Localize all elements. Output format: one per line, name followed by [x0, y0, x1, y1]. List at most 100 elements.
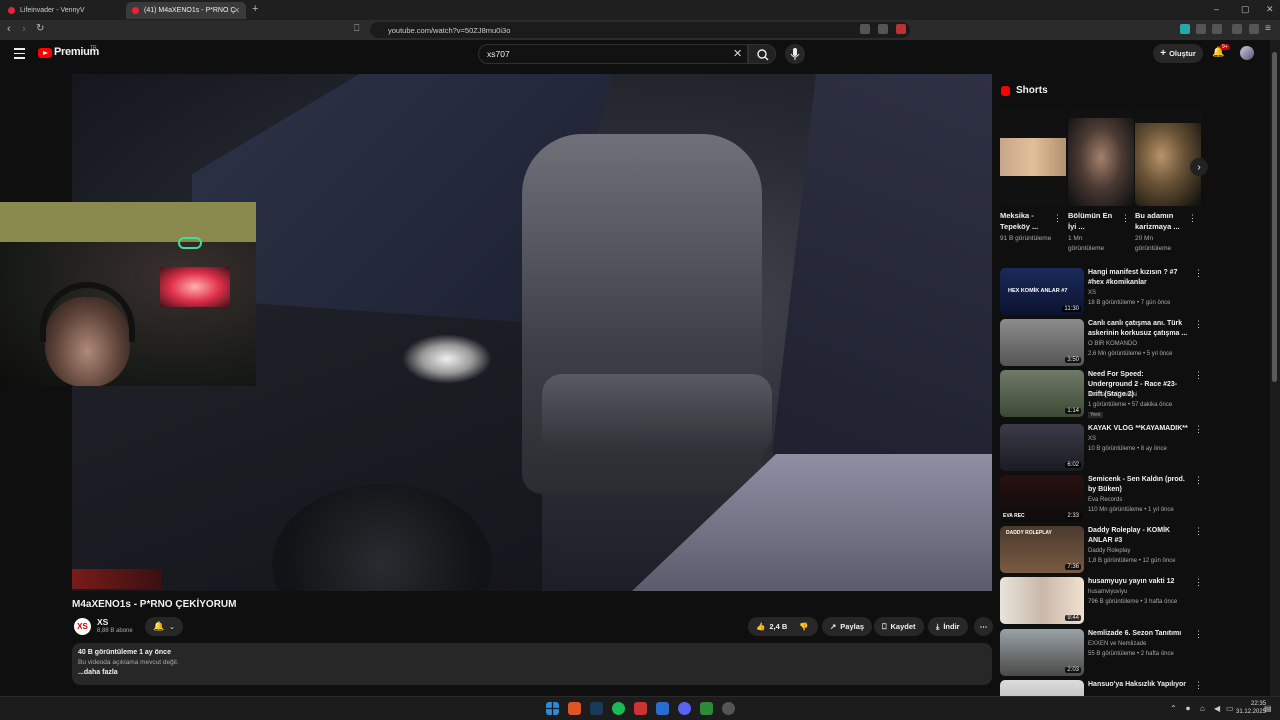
recommendation-channel: Eva Records: [1088, 497, 1123, 503]
share-button[interactable]: ↗ Paylaş: [822, 617, 873, 636]
clear-search-icon[interactable]: ✕: [733, 47, 742, 60]
channel-name[interactable]: XS: [97, 617, 108, 627]
dislike-button[interactable]: 👎: [790, 617, 818, 636]
tray-chevron-icon[interactable]: ⌃: [1170, 704, 1177, 713]
reload-icon[interactable]: ↻: [36, 23, 44, 34]
recommendation-channel: EXXEN ve Nemlizade: [1088, 641, 1147, 647]
app-icon[interactable]: [634, 702, 647, 715]
recommendation-item[interactable]: EVA REC 2:33 Semicenk - Sen Kaldın (prod…: [1000, 475, 1270, 523]
start-menu-icon[interactable]: [546, 702, 559, 715]
share-page-icon[interactable]: [878, 24, 888, 34]
more-vert-icon[interactable]: ⋮: [1194, 424, 1203, 435]
short-thumbnail[interactable]: [1068, 108, 1134, 206]
back-icon[interactable]: ‹: [7, 23, 11, 35]
extension-icon[interactable]: [1232, 24, 1242, 34]
search-value: xs707: [487, 49, 510, 59]
duration-badge: 2:03: [1065, 667, 1081, 673]
recommendation-title: Nemlizade 6. Sezon Tanıtımı: [1088, 630, 1182, 637]
spotify-icon[interactable]: [612, 702, 625, 715]
recommendation-item[interactable]: 6:02 KAYAK VLOG **KAYAMADIK** XS 10 B gö…: [1000, 424, 1270, 472]
recommendation-thumbnail: 9:44: [1000, 577, 1084, 624]
network-icon[interactable]: ⌂: [1200, 704, 1205, 713]
car-body-right-shape: [772, 74, 992, 454]
recommendation-title: KAYAK VLOG **KAYAMADIK**: [1088, 425, 1188, 432]
scrollbar-thumb[interactable]: [1272, 52, 1277, 382]
short-thumbnail[interactable]: [1000, 108, 1066, 206]
system-clock[interactable]: 22:35 31.12.2025: [1236, 700, 1266, 716]
more-vert-icon[interactable]: ⋮: [1194, 526, 1203, 537]
shorts-next-button[interactable]: ›: [1190, 158, 1208, 176]
description-box[interactable]: 40 B görüntüleme 1 ay önce Bu videoda aç…: [72, 643, 992, 685]
recommendation-item[interactable]: 9:44 husamyuyu yayın vakti 12 husamviyuv…: [1000, 577, 1270, 625]
more-vert-icon[interactable]: ⋮: [1194, 370, 1203, 381]
discord-icon[interactable]: [678, 702, 691, 715]
more-vert-icon[interactable]: ⋮: [1053, 213, 1062, 224]
create-button[interactable]: + Oluştur: [1153, 44, 1203, 63]
recommendation-item[interactable]: DADDY ROLEPLAY 7:36 Daddy Roleplay - KOM…: [1000, 526, 1270, 574]
channel-avatar[interactable]: XS: [74, 618, 91, 635]
more-vert-icon[interactable]: ⋮: [1121, 213, 1130, 224]
sidebar-icon[interactable]: [1249, 24, 1259, 34]
short-title[interactable]: Bu adamın karizmaya ...: [1135, 210, 1187, 232]
extension-icon[interactable]: [1196, 24, 1206, 34]
more-actions-button[interactable]: ⋯: [974, 617, 993, 636]
url-field[interactable]: youtube.com/watch?v=50ZJ8mu0i3o: [370, 22, 910, 38]
voice-search-button[interactable]: [785, 44, 805, 64]
short-title[interactable]: Meksika - Tepeköy ...: [1000, 210, 1052, 232]
headphones-shape: [40, 282, 135, 342]
app-icon[interactable]: [656, 702, 669, 715]
account-avatar[interactable]: [1240, 46, 1254, 60]
more-vert-icon[interactable]: ⋮: [1194, 475, 1203, 486]
app-icon[interactable]: [722, 702, 735, 715]
browser-tab-lifeinvader[interactable]: Lifeinvader - VennyV: [2, 2, 122, 19]
bookmark-icon[interactable]: ⎕: [354, 23, 359, 34]
recommendation-item[interactable]: HEX KOMİK ANLAR #7 11:30 Hangi manifest …: [1000, 268, 1270, 316]
page-scrollbar[interactable]: [1270, 40, 1280, 696]
save-button[interactable]: ⎕ Kaydet: [874, 617, 924, 636]
extension-icon[interactable]: [1180, 24, 1190, 34]
recommendation-item[interactable]: 3:50 Canlı canlı çatışma anı. Türk asker…: [1000, 319, 1270, 367]
recommendation-channel: Daddy Roleplay: [1088, 548, 1131, 554]
battery-icon[interactable]: ▭: [1226, 704, 1234, 713]
steam-icon[interactable]: [590, 702, 603, 715]
more-vert-icon[interactable]: ⋮: [1188, 213, 1197, 224]
new-tab-button[interactable]: +: [252, 3, 258, 15]
volume-icon[interactable]: ◀: [1214, 704, 1220, 713]
close-window-icon[interactable]: ✕: [1266, 4, 1274, 15]
brave-shield-icon[interactable]: [896, 24, 906, 34]
short-thumbnail[interactable]: [1135, 108, 1201, 206]
forward-icon[interactable]: ›: [22, 23, 26, 35]
hamburger-menu-icon[interactable]: [14, 48, 25, 59]
short-title[interactable]: Bölümün En İyi ...: [1068, 210, 1120, 232]
maximize-icon[interactable]: ▢: [1241, 4, 1250, 15]
app-icon[interactable]: [700, 702, 713, 715]
tail-light-shape: [72, 569, 162, 589]
recommendation-item[interactable]: 2:03 Nemlizade 6. Sezon Tanıtımı EXXEN v…: [1000, 629, 1270, 677]
recommendation-item[interactable]: Hansuo'ya Haksızlık Yapılıyor ⋮: [1000, 680, 1270, 696]
menu-icon[interactable]: ≡: [1265, 23, 1271, 34]
more-vert-icon[interactable]: ⋮: [1194, 319, 1203, 330]
show-more-link[interactable]: ...daha fazla: [78, 669, 986, 676]
more-vert-icon[interactable]: ⋮: [1194, 268, 1203, 279]
more-vert-icon[interactable]: ⋮: [1194, 629, 1203, 640]
minimize-icon[interactable]: –: [1214, 4, 1219, 14]
url-text: youtube.com/watch?v=50ZJ8mu0i3o: [388, 25, 511, 35]
recommendation-item[interactable]: 1:14 Need For Speed: Underground 2 - Rac…: [1000, 370, 1270, 418]
youtube-logo-icon[interactable]: [38, 48, 52, 58]
extension-icon[interactable]: [860, 24, 870, 34]
browser-tab-youtube[interactable]: (41) M4aXENO1s - P*RNO Ç ✕: [126, 2, 246, 19]
search-button[interactable]: [748, 44, 776, 64]
brave-browser-icon[interactable]: [568, 702, 581, 715]
extension-icon[interactable]: [1212, 24, 1222, 34]
search-input[interactable]: xs707: [478, 44, 748, 64]
save-icon: ⎕: [882, 621, 887, 631]
door-light-shape: [402, 334, 492, 384]
close-tab-icon[interactable]: ✕: [233, 6, 240, 15]
notification-center-icon[interactable]: ▤: [1264, 704, 1272, 713]
duration-badge: 6:02: [1065, 462, 1081, 468]
more-vert-icon[interactable]: ⋮: [1194, 577, 1203, 588]
download-button[interactable]: ⤓ İndir: [928, 617, 968, 636]
microphone-tray-icon[interactable]: ⏺: [1186, 704, 1190, 714]
subscription-bell-button[interactable]: 🔔 ⌄: [145, 617, 183, 636]
more-vert-icon[interactable]: ⋮: [1194, 680, 1203, 691]
